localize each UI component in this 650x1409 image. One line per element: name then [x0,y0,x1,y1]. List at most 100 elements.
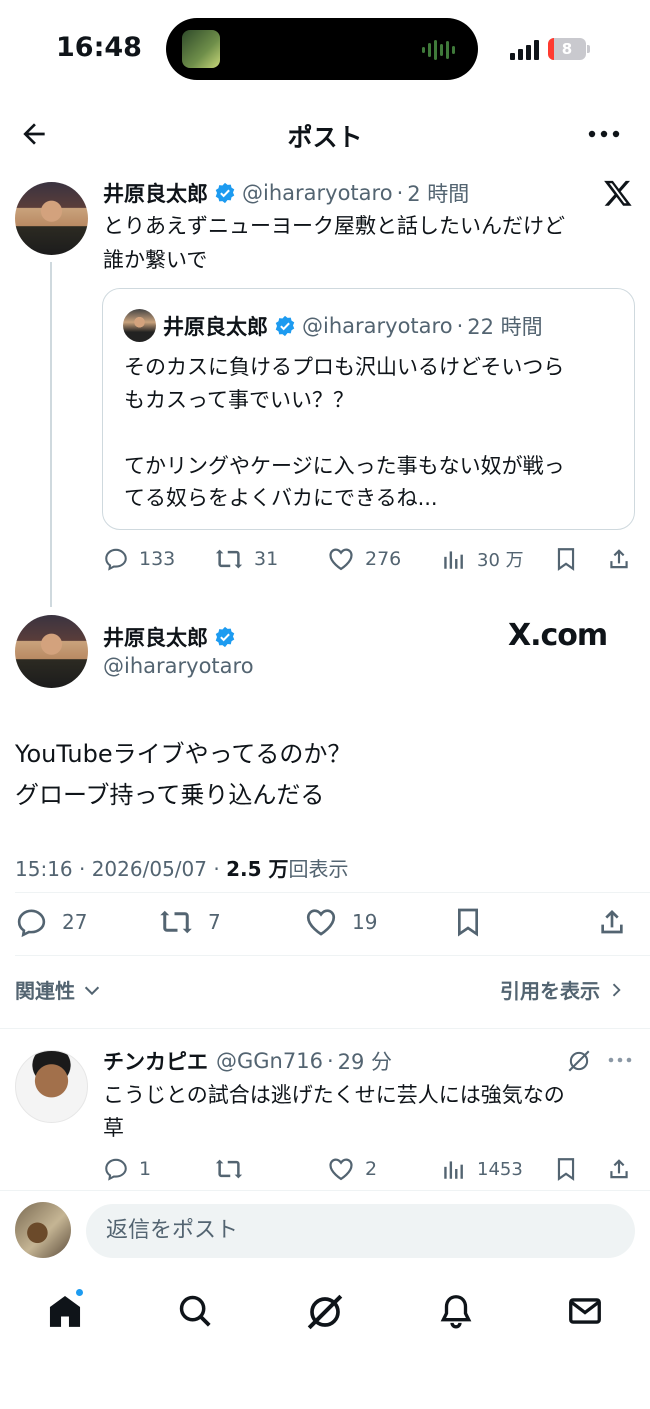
author-handle[interactable]: @ihararyotaro [242,181,393,205]
bookmark-icon[interactable] [553,545,579,573]
view-quotes-link[interactable]: 引用を表示 [500,975,626,1004]
heart-icon [329,1158,353,1181]
author-name[interactable]: 井原良太郎 [103,622,208,652]
repost-icon [215,1159,243,1179]
more-icon[interactable] [588,130,620,138]
separator-dot: · [326,1049,334,1073]
quoted-post-header: 井原良太郎 @ihararyotaro · 22 時間 [163,311,543,341]
battery-level: 8 [561,40,573,58]
reply-icon [17,909,46,937]
verified-badge-icon [275,315,295,337]
like-count: 19 [352,910,378,934]
status-time: 16:48 [56,32,142,63]
quoted-text-line: てる奴らをよくバカにできるね... [124,486,438,510]
reply-time[interactable]: 29 分 [338,1046,392,1076]
divider [15,892,650,893]
share-icon[interactable] [606,1155,632,1183]
verified-badge-icon [215,626,235,648]
repost-count: 31 [254,548,279,570]
quoted-text-line: てかリングやケージに入った事もない奴が戦っ [124,454,565,478]
repost-icon [215,549,243,569]
analytics-icon [444,1161,463,1179]
reply-count: 27 [62,910,88,934]
notification-dot [74,1287,85,1298]
mail-icon[interactable] [566,1292,604,1330]
more-icon[interactable] [608,1057,632,1063]
like-count: 276 [365,548,402,570]
tab-home[interactable] [46,1287,85,1330]
post-text-line: 誰か繋いで [103,248,208,272]
author-handle[interactable]: @ihararyotaro [103,654,254,678]
post-text-line: グローブ持って乗り込んだる [15,781,325,809]
like-button[interactable]: 19 [304,904,377,940]
like-count: 2 [365,1158,378,1180]
search-icon[interactable] [176,1292,214,1330]
views-button[interactable]: 1453 [441,1154,523,1184]
share-icon[interactable] [606,545,632,573]
reply-author-name[interactable]: チンカピエ [103,1046,208,1076]
quoted-text-line: そのカスに負けるプロも沢山いるけどそいつら [124,355,565,379]
chevron-down-icon [84,986,100,995]
quoted-post-time: 22 時間 [467,315,543,339]
post-meta: 15:16 · 2026/05/07 · 2.5 万回表示 [15,853,348,882]
post-timestamp[interactable]: 15:16 · 2026/05/07 · [15,857,226,881]
quoted-author-handle: @ihararyotaro [302,314,453,338]
page-title: ポスト [287,123,363,152]
audio-wave-icon [422,40,455,60]
bookmark-icon[interactable] [452,905,484,939]
repost-button[interactable]: 31 [214,544,278,574]
my-avatar[interactable] [15,1202,71,1258]
x-com-watermark: X.com [508,618,608,653]
view-count: 1453 [477,1158,523,1180]
author-name[interactable]: 井原良太郎 [103,178,208,208]
reply-button[interactable]: 27 [15,904,87,940]
quoted-text-line: もカスって事でいい？？ [124,388,354,412]
views-count: 2.5 万 [226,857,289,881]
post-header: 井原良太郎 @ihararyotaro · 2 時間 [103,178,469,208]
views-button[interactable]: 30 万 [441,544,524,574]
sort-label: 関連性 [15,979,75,1003]
thread-line [50,262,52,607]
quoted-author-name: 井原良太郎 [163,315,268,339]
view-count: 30 万 [477,550,524,571]
reply-icon [105,548,127,571]
like-button[interactable]: 276 [327,544,401,574]
reply-count: 1 [139,1158,152,1180]
reply-author-handle[interactable]: @GGn716 [216,1049,323,1073]
repost-count: 7 [208,910,221,934]
repost-button[interactable]: 7 [158,904,221,940]
reply-header: チンカピエ @GGn716 · 29 分 [103,1046,392,1076]
sort-dropdown[interactable]: 関連性 [15,975,103,1004]
avatar[interactable] [15,182,88,255]
reply-text-line: こうじとの試合は逃げたくせに芸人には強気なの [103,1083,565,1107]
post-text-line: YouTubeライブやってるのか？ [15,740,352,768]
divider [0,1190,650,1191]
share-icon[interactable] [596,905,628,939]
main-post-author: 井原良太郎 [103,622,242,652]
avatar[interactable] [15,615,88,688]
post-text-line: とりあえずニューヨーク屋敷と話したいんだけど [103,214,565,238]
separator-dot: · [456,314,464,338]
reply-button[interactable]: 1 [103,1154,151,1184]
divider [15,955,650,956]
like-button[interactable]: 2 [327,1154,377,1184]
grok-icon[interactable] [566,1048,592,1074]
separator-dot: · [396,181,404,205]
heart-icon [306,909,336,936]
dynamic-island[interactable] [166,18,478,80]
battery-icon: 8 [548,38,590,60]
repost-button[interactable] [214,1154,254,1184]
bookmark-icon[interactable] [553,1155,579,1183]
chevron-right-icon [612,983,621,996]
reply-compose-input[interactable]: 返信をポスト [86,1204,635,1258]
post-time[interactable]: 2 時間 [407,178,469,208]
reply-avatar[interactable] [15,1050,88,1123]
bell-icon[interactable] [437,1292,475,1330]
heart-icon [329,548,353,571]
x-logo-icon [604,180,632,206]
quoted-avatar [123,309,156,342]
grok-icon[interactable] [305,1292,345,1332]
view-quotes-label: 引用を表示 [500,979,600,1003]
repost-icon [160,910,192,934]
reply-button[interactable]: 133 [103,544,175,574]
